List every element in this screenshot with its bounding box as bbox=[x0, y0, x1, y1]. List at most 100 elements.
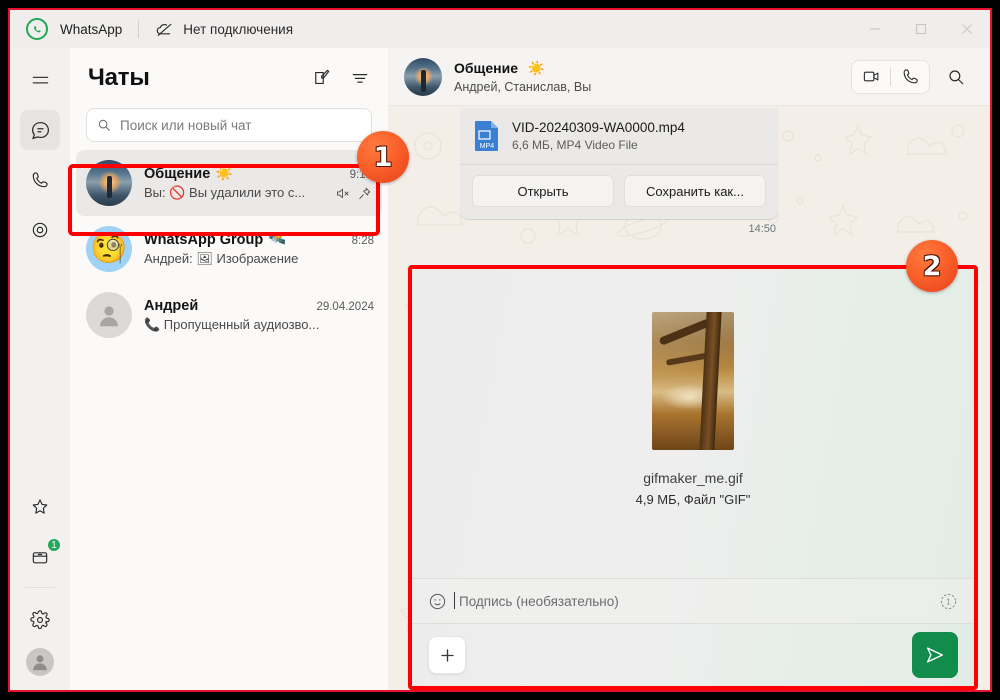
search-icon bbox=[97, 118, 111, 132]
whatsapp-logo-icon bbox=[26, 18, 48, 40]
sidebar-item-archived[interactable]: 1 bbox=[20, 537, 62, 577]
plus-icon bbox=[438, 646, 457, 665]
message-row: MP4 VID-20240309-WA0000.mp4 6,6 МБ, MP4 … bbox=[460, 108, 778, 235]
send-paper-plane-icon bbox=[924, 644, 946, 666]
connection-status: Нет подключения bbox=[155, 20, 293, 39]
sidebar-item-chats[interactable] bbox=[20, 110, 60, 150]
close-icon[interactable] bbox=[944, 10, 990, 48]
message-bubble-file[interactable]: MP4 VID-20240309-WA0000.mp4 6,6 МБ, MP4 … bbox=[460, 108, 778, 219]
caption-input[interactable]: Подпись (необязательно) bbox=[454, 591, 619, 609]
preview-file-name: gifmaker_me.gif bbox=[643, 469, 743, 486]
search-placeholder: Поиск или новый чат bbox=[120, 117, 252, 133]
chat-list-item-obshchenie[interactable]: Общение ☀️ 9:15 Вы: 🚫 Вы удалили это с..… bbox=[76, 150, 382, 216]
chat-item-name: Андрей bbox=[144, 297, 199, 314]
file-name: VID-20240309-WA0000.mp4 bbox=[512, 120, 685, 135]
chat-bubble-icon bbox=[30, 120, 51, 141]
sidebar-item-calls[interactable] bbox=[20, 160, 60, 200]
add-media-button[interactable] bbox=[428, 636, 466, 674]
avatar bbox=[86, 292, 132, 338]
open-button[interactable]: Открыть bbox=[472, 175, 614, 207]
thumbnail-branch-detail bbox=[658, 317, 712, 346]
conversation-actions bbox=[851, 59, 976, 94]
file-thumbnail[interactable] bbox=[652, 311, 734, 450]
conversation-search-icon[interactable] bbox=[936, 60, 976, 94]
chat-list-pane: Чаты Поиск или новый чат Общение ☀️ 9:15… bbox=[70, 48, 388, 690]
chat-list-item-whatsapp-group[interactable]: 🧐 WhatsApp Group 🛰️ 8:28 Андрей: 🖼 Изобр… bbox=[70, 216, 388, 282]
phone-icon bbox=[30, 170, 50, 190]
chat-item-preview: Вы: 🚫 Вы удалили это с... bbox=[144, 185, 306, 200]
app-title: WhatsApp bbox=[60, 21, 123, 37]
sidebar-item-status[interactable] bbox=[20, 210, 60, 250]
avatar[interactable] bbox=[404, 57, 442, 96]
chat-item-name-emoji: 🛰️ bbox=[268, 232, 287, 248]
hamburger-menu-icon[interactable] bbox=[20, 60, 60, 100]
chat-item-bottom-row: Андрей: 🖼 Изображение bbox=[144, 251, 374, 267]
avatar: 🧐 bbox=[86, 226, 132, 272]
left-nav-rail: 1 bbox=[10, 48, 70, 690]
star-icon bbox=[30, 497, 50, 517]
file-preview-overlay: gifmaker_me.gif 4,9 МБ, Файл "GIF" Подпи… bbox=[408, 265, 978, 690]
chat-list-item-andrey[interactable]: Андрей 29.04.2024 📞 Пропущенный аудиозво… bbox=[70, 282, 388, 348]
file-meta: 6,6 МБ, MP4 Video File bbox=[512, 138, 638, 152]
chat-item-content: Андрей 29.04.2024 📞 Пропущенный аудиозво… bbox=[144, 298, 374, 333]
window-controls bbox=[852, 10, 990, 48]
profile-avatar[interactable] bbox=[26, 648, 54, 676]
title-bar: WhatsApp Нет подключения bbox=[10, 10, 990, 48]
sidebar-item-settings[interactable] bbox=[20, 600, 60, 640]
svg-text:1: 1 bbox=[946, 597, 951, 606]
status-circles-icon bbox=[30, 220, 50, 240]
minimize-icon[interactable] bbox=[852, 10, 898, 48]
chat-item-top-row: Андрей 29.04.2024 bbox=[144, 298, 374, 314]
chat-item-status-icons bbox=[335, 186, 372, 201]
speaker-muted-icon bbox=[335, 186, 350, 201]
preview-file-meta: 4,9 МБ, Файл "GIF" bbox=[635, 491, 751, 507]
chat-item-preview: Андрей: 🖼 Изображение bbox=[144, 251, 299, 266]
file-attachment-info: MP4 VID-20240309-WA0000.mp4 6,6 МБ, MP4 … bbox=[460, 108, 778, 164]
chat-list-header: Чаты bbox=[70, 48, 388, 98]
file-preview-stage: gifmaker_me.gif 4,9 МБ, Файл "GIF" bbox=[412, 269, 974, 549]
filter-icon[interactable] bbox=[350, 68, 370, 88]
screenshot-root: WhatsApp Нет подключения 1 Чаты Поиск ил… bbox=[0, 0, 1000, 700]
maximize-icon[interactable] bbox=[898, 10, 944, 48]
mp4-file-icon: MP4 bbox=[474, 120, 500, 152]
conversation-title-block[interactable]: Общение ☀️ Андрей, Станислав, Вы bbox=[454, 60, 591, 94]
annotation-badge-1: 1 bbox=[357, 131, 409, 183]
chat-item-preview: 📞 Пропущенный аудиозво... bbox=[144, 316, 320, 332]
preview-bottom-bar bbox=[412, 624, 974, 686]
phone-icon[interactable] bbox=[891, 61, 929, 93]
call-buttons-group bbox=[851, 59, 930, 94]
whatsapp-window: WhatsApp Нет подключения 1 Чаты Поиск ил… bbox=[10, 10, 990, 690]
svg-text:MP4: MP4 bbox=[480, 143, 495, 150]
caption-bar: Подпись (необязательно) 1 bbox=[412, 578, 974, 624]
chat-item-bottom-row: Вы: 🚫 Вы удалили это с... bbox=[144, 185, 372, 201]
emoji-smiley-icon[interactable] bbox=[428, 592, 447, 611]
gear-icon bbox=[30, 610, 50, 630]
view-once-icon[interactable]: 1 bbox=[939, 592, 958, 611]
chat-item-bottom-row: 📞 Пропущенный аудиозво... bbox=[144, 317, 374, 333]
pin-icon bbox=[357, 186, 372, 201]
save-as-button[interactable]: Сохранить как... bbox=[624, 175, 766, 207]
file-text-block: VID-20240309-WA0000.mp4 6,6 МБ, MP4 Vide… bbox=[512, 120, 685, 152]
thumbnail-trunk-detail bbox=[699, 311, 722, 450]
connection-status-label: Нет подключения bbox=[183, 21, 294, 37]
new-chat-pencil-icon[interactable] bbox=[312, 68, 332, 88]
chat-item-content: WhatsApp Group 🛰️ 8:28 Андрей: 🖼 Изображ… bbox=[144, 231, 374, 267]
titlebar-divider bbox=[138, 20, 140, 38]
video-camera-icon[interactable] bbox=[852, 61, 890, 93]
chat-item-name: Общение bbox=[144, 166, 211, 182]
file-action-buttons: Открыть Сохранить как... bbox=[460, 165, 778, 219]
sidebar-item-starred[interactable] bbox=[20, 487, 60, 527]
conversation-title-emoji: ☀️ bbox=[527, 59, 545, 76]
conversation-header: Общение ☀️ Андрей, Станислав, Вы bbox=[388, 48, 990, 106]
search-input[interactable]: Поиск или новый чат bbox=[86, 108, 372, 142]
archived-badge-count: 1 bbox=[46, 537, 62, 553]
chat-item-content: Общение ☀️ 9:15 Вы: 🚫 Вы удалили это с..… bbox=[144, 165, 372, 201]
avatar bbox=[86, 160, 132, 206]
conversation-title-row: Общение ☀️ bbox=[454, 60, 591, 78]
annotation-badge-2: 2 bbox=[906, 240, 958, 292]
chat-item-top-row: WhatsApp Group 🛰️ 8:28 bbox=[144, 231, 374, 248]
chat-item-time: 8:28 bbox=[351, 235, 374, 247]
rail-divider bbox=[25, 587, 55, 588]
send-button[interactable] bbox=[912, 632, 958, 678]
chat-item-name: WhatsApp Group bbox=[144, 232, 264, 248]
